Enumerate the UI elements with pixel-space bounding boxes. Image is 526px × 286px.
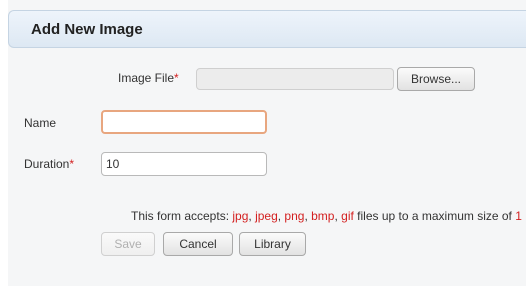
dialog-header: Add New Image: [8, 10, 526, 48]
image-file-label: Image File*: [118, 71, 179, 85]
name-label: Name: [24, 116, 57, 130]
duration-input[interactable]: [101, 152, 267, 176]
cancel-button[interactable]: Cancel: [163, 232, 233, 256]
accepted-formats-hint: This form accepts: jpg, jpeg, png, bmp, …: [131, 209, 522, 223]
duration-label: Duration*: [24, 157, 74, 171]
library-button[interactable]: Library: [239, 232, 306, 256]
format-bmp: bmp: [311, 209, 335, 223]
browse-button[interactable]: Browse...: [397, 67, 475, 91]
duration-label-text: Duration: [24, 157, 70, 171]
image-file-label-text: Image File: [118, 71, 175, 85]
required-mark: *: [69, 157, 75, 171]
format-jpeg: jpeg: [255, 209, 278, 223]
dialog-title: Add New Image: [31, 21, 143, 38]
format-gif: gif: [341, 209, 354, 223]
name-input[interactable]: [101, 110, 267, 134]
hint-prefix: This form accepts:: [131, 209, 233, 223]
hint-truncated-text: 1: [515, 209, 522, 223]
required-mark: *: [174, 71, 179, 85]
format-jpg: jpg: [232, 209, 249, 223]
format-png: png: [284, 209, 305, 223]
image-file-field[interactable]: [196, 68, 394, 90]
hint-suffix: files up to a maximum size of: [353, 209, 516, 223]
save-button[interactable]: Save: [101, 232, 155, 256]
add-image-dialog: Add New Image Image File* Browse... Name…: [8, 0, 526, 286]
